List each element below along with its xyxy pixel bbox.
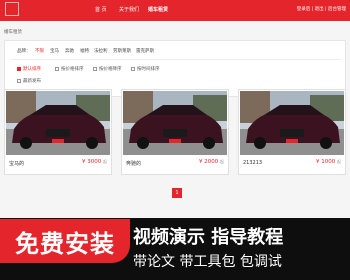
pagination-page-current[interactable]: 1 bbox=[172, 188, 182, 198]
sort-price-desc[interactable]: 按价格降序 bbox=[93, 66, 122, 72]
sort-time[interactable]: 按时间排序 bbox=[131, 66, 160, 72]
promo-title: 视频演示 指导教程 bbox=[133, 227, 284, 248]
checkbox-icon bbox=[17, 66, 21, 71]
sort-time-label: 按时间排序 bbox=[137, 67, 160, 72]
checkbox-icon bbox=[17, 78, 21, 83]
price-value: ¥ 2000 bbox=[199, 159, 219, 165]
price-unit: 起 bbox=[220, 159, 224, 164]
brand-filter-benz[interactable]: 奔驰 bbox=[65, 48, 74, 54]
car-photo[interactable] bbox=[240, 91, 344, 155]
filter-divider bbox=[11, 59, 341, 60]
breadcrumb: 婚车租赁 bbox=[4, 30, 22, 35]
brand-filter-ford[interactable]: 福特 bbox=[80, 48, 89, 54]
sort-price-label: 按价格排序 bbox=[61, 67, 84, 72]
nav-home[interactable]: 首 页 bbox=[95, 6, 107, 13]
brand-filter-ferrari[interactable]: 法拉利 bbox=[94, 48, 108, 54]
sort-newest-label: 最新发布 bbox=[23, 79, 41, 84]
brand-filter-all[interactable]: 不限 bbox=[35, 48, 44, 54]
car-price: ¥ 3000 起 bbox=[82, 159, 107, 165]
promo-banner: 免费安装 视频演示 指导教程 带论文 带工具包 包调试 bbox=[0, 218, 350, 280]
price-unit: 起 bbox=[103, 159, 107, 164]
checkbox-icon bbox=[55, 66, 59, 71]
free-install-button[interactable]: 免费安装 bbox=[0, 219, 130, 263]
car-name: 213213 bbox=[243, 160, 263, 166]
checkbox-icon bbox=[93, 66, 97, 71]
nav-about[interactable]: 关于我们 bbox=[119, 6, 139, 13]
car-card[interactable]: 奔驰的 ¥ 2000 起 bbox=[121, 89, 229, 175]
car-photo[interactable] bbox=[6, 91, 110, 155]
main-content: 婚车租赁 品牌： 不限 宝马 奔驰 福特 法拉利 劳斯莱斯 雷克萨斯 默认排序 … bbox=[0, 21, 350, 218]
user-links[interactable]: 登录后 | 退出 | 后台管理 bbox=[297, 6, 346, 12]
sort-default[interactable]: 默认排序 bbox=[17, 66, 41, 72]
nav-car-rental[interactable]: 婚车租赁 bbox=[148, 6, 168, 13]
brand-filter-rolls-royce[interactable]: 劳斯莱斯 bbox=[113, 48, 131, 54]
promo-subtitle: 带论文 带工具包 包调试 bbox=[133, 254, 282, 270]
car-card[interactable]: 宝马的 ¥ 3000 起 bbox=[4, 89, 112, 175]
car-price: ¥ 2000 起 bbox=[199, 159, 224, 165]
sort-price[interactable]: 按价格排序 bbox=[55, 66, 84, 72]
car-price: ¥ 1000 起 bbox=[316, 159, 341, 165]
top-nav-bar: 首 页 关于我们 婚车租赁 登录后 | 退出 | 后台管理 bbox=[0, 0, 350, 21]
car-name: 奔驰的 bbox=[126, 161, 142, 167]
car-name: 宝马的 bbox=[9, 161, 25, 167]
price-value: ¥ 1000 bbox=[316, 159, 336, 165]
logo[interactable] bbox=[5, 2, 19, 16]
car-card[interactable]: 213213 ¥ 1000 起 bbox=[238, 89, 346, 175]
brand-label: 品牌： bbox=[17, 49, 31, 54]
free-install-label: 免费安装 bbox=[15, 229, 115, 258]
price-value: ¥ 3000 bbox=[82, 159, 102, 165]
sort-default-label: 默认排序 bbox=[23, 67, 41, 72]
price-unit: 起 bbox=[337, 159, 341, 164]
car-photo[interactable] bbox=[123, 91, 227, 155]
sort-newest[interactable]: 最新发布 bbox=[17, 78, 41, 84]
checkbox-icon bbox=[131, 66, 135, 71]
brand-filter-bmw[interactable]: 宝马 bbox=[50, 48, 59, 54]
sort-price-desc-label: 按价格降序 bbox=[99, 67, 122, 72]
brand-filter-lexus[interactable]: 雷克萨斯 bbox=[136, 48, 154, 54]
